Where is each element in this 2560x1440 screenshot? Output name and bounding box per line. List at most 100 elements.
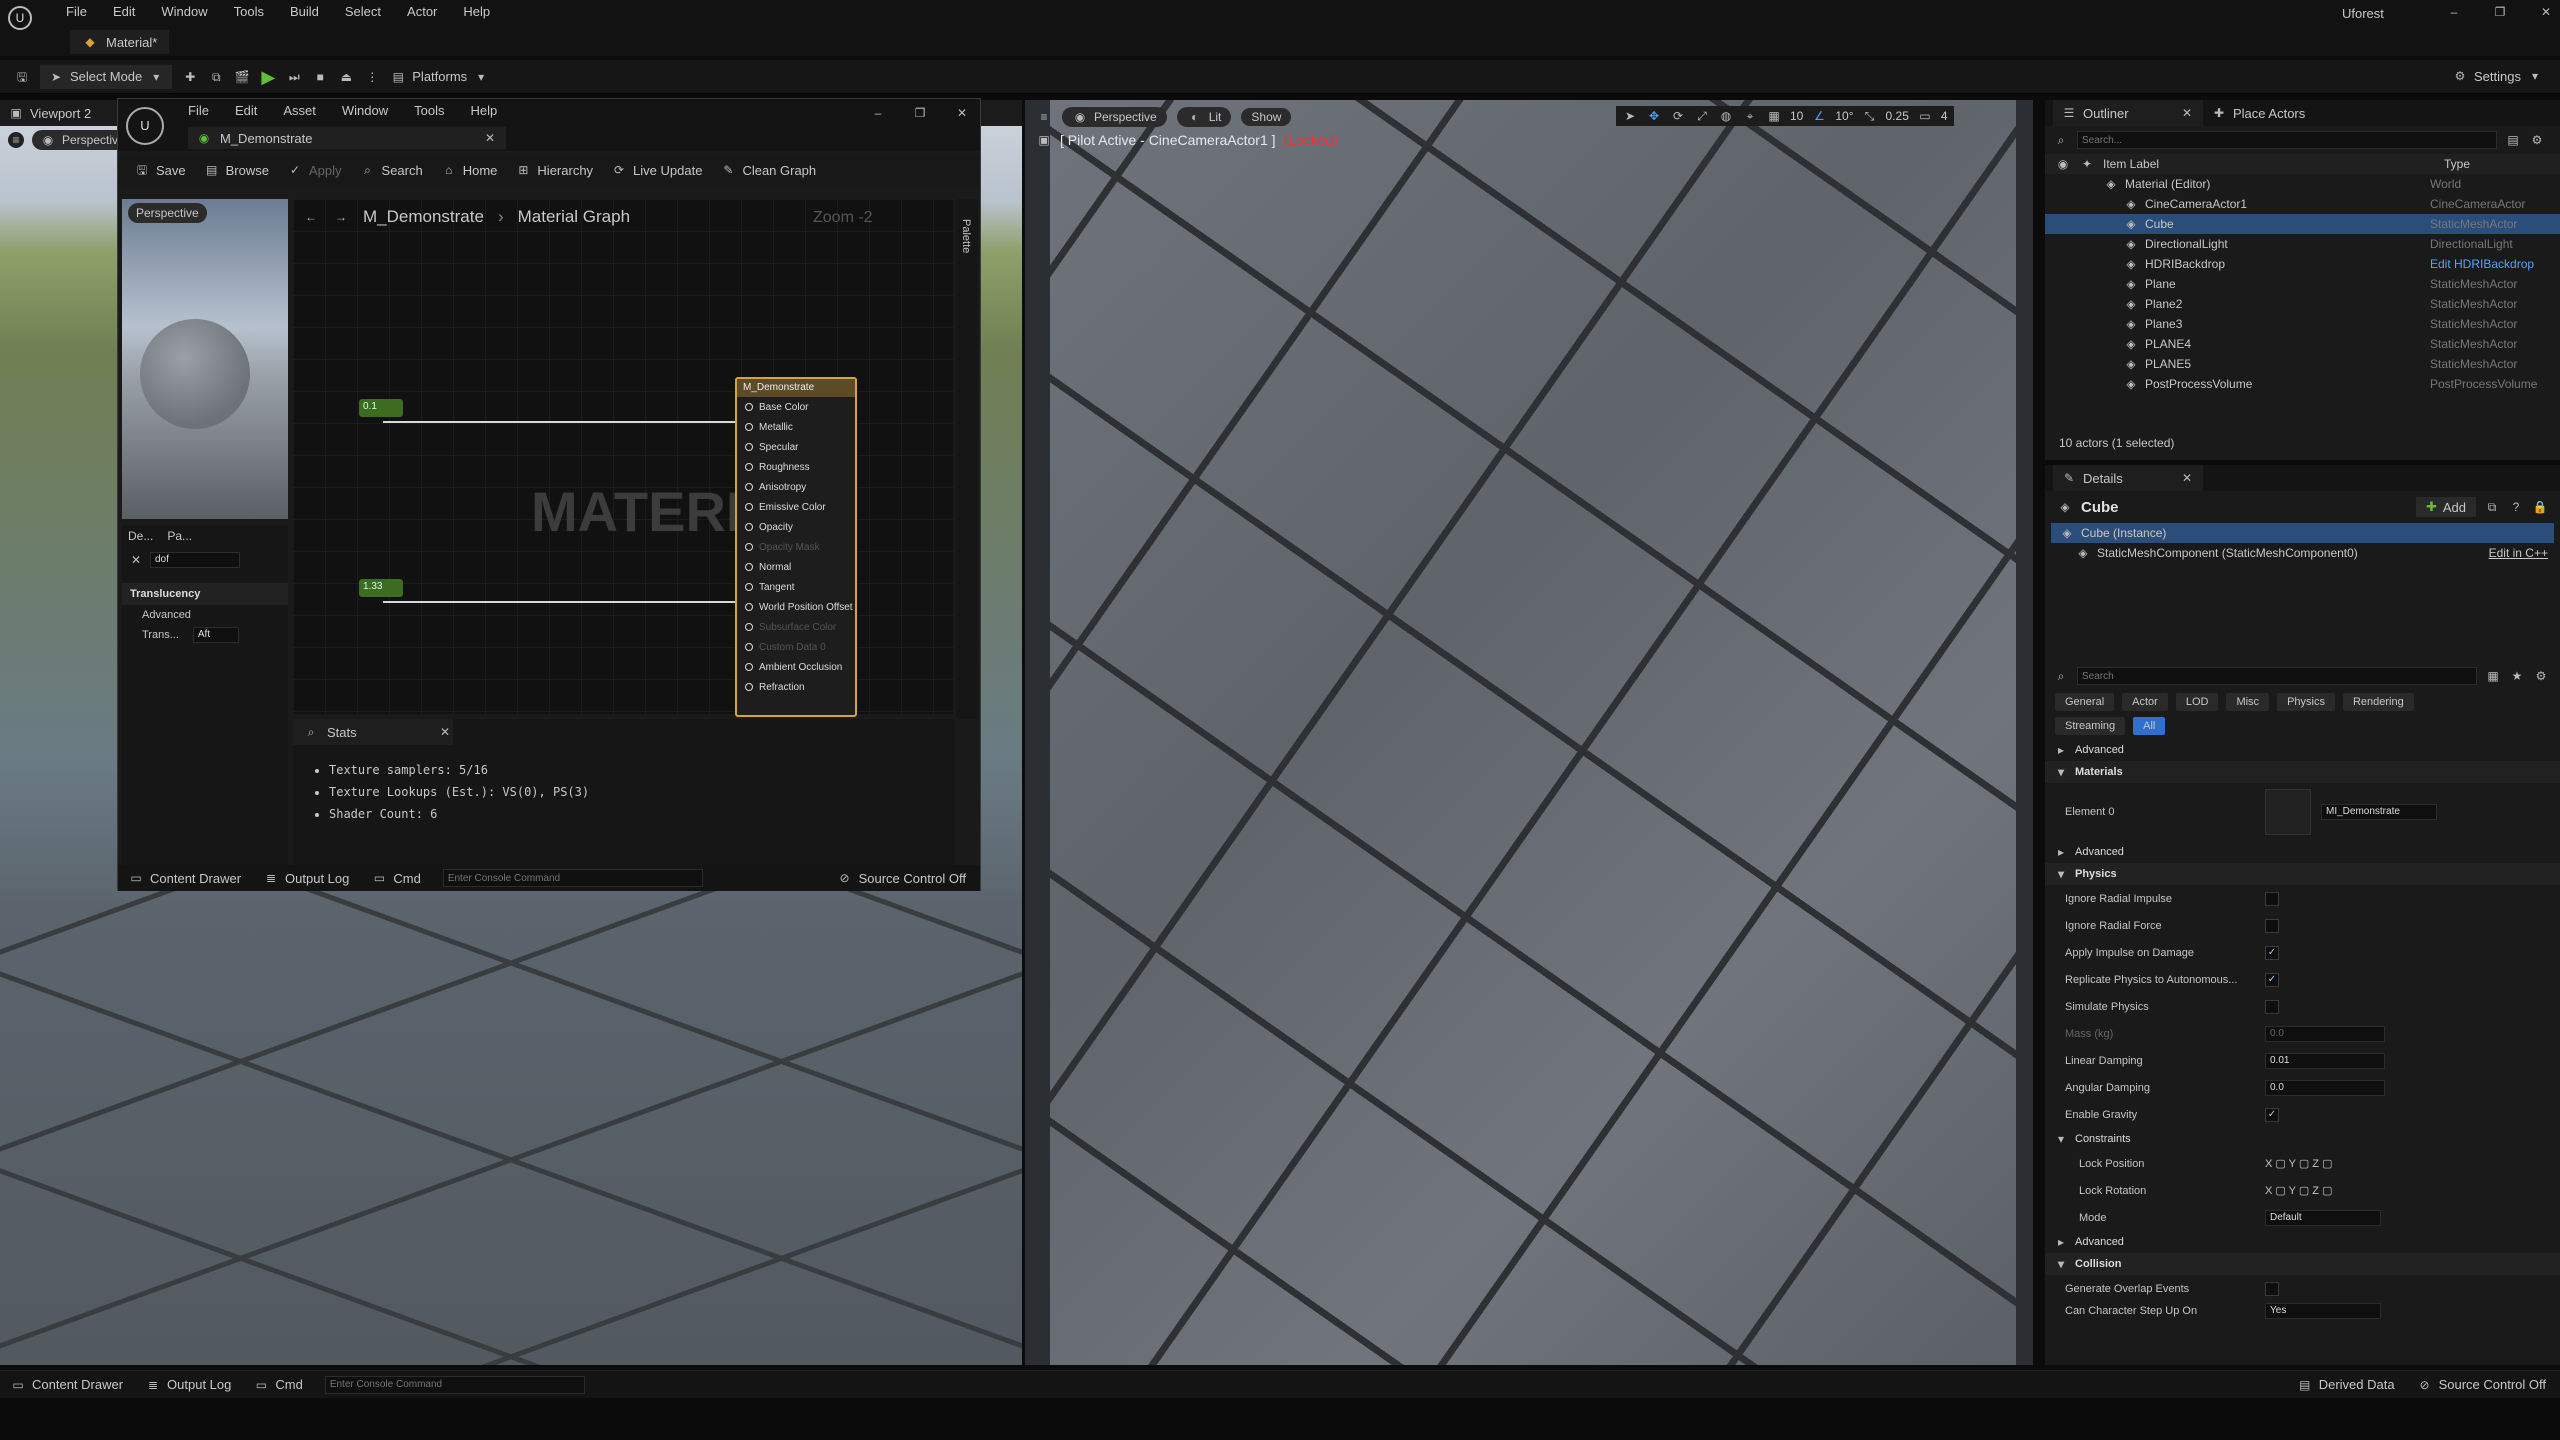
overlap-checkbox[interactable] xyxy=(2265,1281,2279,1296)
details-tab[interactable]: De... xyxy=(128,529,153,543)
filter-chip[interactable]: Rendering xyxy=(2342,693,2414,711)
node-pin[interactable]: Specular xyxy=(737,437,855,457)
translate-tool-icon[interactable]: ✥ xyxy=(1646,108,1662,124)
node-pin[interactable]: Ambient Occlusion xyxy=(737,657,855,677)
material-output-node[interactable]: M_Demonstrate Base Color Metallic Specular… xyxy=(735,377,857,717)
center-perspective-button[interactable]: ◉ Perspective xyxy=(1062,107,1167,127)
outliner-row[interactable]: ◈ Plane3 StaticMeshActor xyxy=(2045,314,2560,334)
static-mesh-component-row[interactable]: ◈ StaticMeshComponent (StaticMeshCompone… xyxy=(2045,543,2560,563)
apply-button[interactable]: ✓ Apply xyxy=(287,162,342,178)
outliner-row[interactable]: ◈ CineCameraActor1 CineCameraActor xyxy=(2045,194,2560,214)
mass-input[interactable]: 0.0 xyxy=(2265,1025,2385,1042)
lit-button[interactable]: ◐ Lit xyxy=(1176,107,1232,127)
clear-icon[interactable]: ✕ xyxy=(128,552,144,568)
home-button[interactable]: ⌂ Home xyxy=(441,162,497,178)
outliner-row[interactable]: ◈ Material (Editor) World xyxy=(2045,174,2560,194)
platforms-button[interactable]: ▤ Platforms ▾ xyxy=(390,69,489,85)
close-icon[interactable]: ✕ xyxy=(2179,470,2195,486)
outliner-row[interactable]: ◈ Cube StaticMeshActor xyxy=(2045,214,2560,234)
favorite-icon[interactable]: ★ xyxy=(2509,668,2525,684)
camera-speed-icon[interactable]: ▭ xyxy=(1917,108,1933,124)
filter-chip[interactable]: Physics xyxy=(2277,693,2335,711)
advanced-category-2[interactable]: ▸ Advanced xyxy=(2045,841,2560,863)
mat-menu-edit[interactable]: Edit xyxy=(235,103,257,118)
node-pin[interactable]: Opacity Mask xyxy=(737,537,855,557)
mat-menu-window[interactable]: Window xyxy=(342,103,388,118)
cube-instance-row[interactable]: ◈ Cube (Instance) xyxy=(2051,523,2554,543)
palette-strip[interactable]: Palette xyxy=(956,199,978,719)
node-pin[interactable]: World Position Offset xyxy=(737,597,855,617)
menu-edit[interactable]: Edit xyxy=(113,4,135,19)
camera-speed-value[interactable]: 4 xyxy=(1941,109,1948,123)
select-mode-button[interactable]: ➤ Select Mode ▾ xyxy=(40,64,173,89)
filter-chip[interactable]: Misc xyxy=(2226,693,2270,711)
live-update-button[interactable]: ⟳ Live Update xyxy=(611,162,702,178)
filter-chip[interactable]: LOD xyxy=(2175,693,2219,711)
collision-category[interactable]: ▾ Collision xyxy=(2045,1253,2560,1275)
details-search-input[interactable] xyxy=(2077,667,2477,685)
add-component-button[interactable]: ✚ Add xyxy=(2415,497,2476,517)
details-tab[interactable]: ✎ Details ✕ xyxy=(2053,465,2203,491)
physics-category[interactable]: ▾ Physics xyxy=(2045,863,2560,885)
settings-button[interactable]: ⚙ Settings ▾ xyxy=(2452,68,2543,84)
preview-perspective-button[interactable]: Perspective xyxy=(128,203,207,223)
node-pin[interactable]: Base Color xyxy=(737,397,855,417)
save-button[interactable]: 🖫 Save xyxy=(134,162,186,178)
outliner-row[interactable]: ◈ Plane2 StaticMeshActor xyxy=(2045,294,2560,314)
enable-gravity-checkbox[interactable]: ✓ xyxy=(2265,1107,2279,1122)
grid-value[interactable]: 10 xyxy=(1790,109,1803,123)
hamburger-icon[interactable]: ≡ xyxy=(8,132,24,148)
console-input[interactable] xyxy=(442,869,703,887)
content-drawer-button[interactable]: ▭ Content Drawer xyxy=(128,870,241,886)
advanced-category-3[interactable]: ▸ Advanced xyxy=(2045,1231,2560,1253)
node-pin[interactable]: Roughness xyxy=(737,457,855,477)
m-demonstrate-tab[interactable]: ◉ M_Demonstrate ✕ xyxy=(188,127,506,149)
select-tool-icon[interactable]: ➤ xyxy=(1622,108,1638,124)
advanced-row[interactable]: Advanced xyxy=(122,605,288,625)
lock-icon[interactable]: 🔒 xyxy=(2532,499,2548,515)
linear-damping-input[interactable]: 0.01 xyxy=(2265,1052,2385,1069)
gear-icon[interactable]: ⚙ xyxy=(2529,132,2545,148)
outliner-tab[interactable]: ☰ Outliner ✕ xyxy=(2053,100,2203,126)
clean-graph-button[interactable]: ✎ Clean Graph xyxy=(720,162,816,178)
close-icon[interactable]: ✕ xyxy=(482,130,498,146)
blueprint-icon[interactable]: ⧉ xyxy=(208,69,224,85)
stop-icon[interactable]: ■ xyxy=(312,69,328,85)
outliner-row[interactable]: ◈ HDRIBackdrop Edit HDRIBackdrop xyxy=(2045,254,2560,274)
xyz-toggles[interactable]: X ▢ Y ▢ Z ▢ xyxy=(2265,1157,2332,1170)
mat-menu-asset[interactable]: Asset xyxy=(283,103,316,118)
col-item-label[interactable]: Item Label xyxy=(2103,157,2159,171)
outliner-search-input[interactable] xyxy=(2077,131,2497,149)
gear-icon[interactable]: ⚙ xyxy=(2533,668,2549,684)
derived-data-button[interactable]: ▤ Derived Data xyxy=(2297,1377,2395,1393)
surface-snap-icon[interactable]: ⌖ xyxy=(1742,108,1758,124)
help-icon[interactable]: ? xyxy=(2508,499,2524,515)
prop-checkbox[interactable]: ✓ xyxy=(2265,945,2279,960)
blueprint-icon[interactable]: ⧉ xyxy=(2484,499,2500,515)
node-pin[interactable]: Emissive Color xyxy=(737,497,855,517)
node-pin[interactable]: Custom Data 0 xyxy=(737,637,855,657)
node-pin[interactable]: Subsurface Color xyxy=(737,617,855,637)
mat-menu-tools[interactable]: Tools xyxy=(414,103,444,118)
node-pin[interactable]: Opacity xyxy=(737,517,855,537)
grid-snap-icon[interactable]: ▦ xyxy=(1766,108,1782,124)
prop-checkbox[interactable] xyxy=(2265,891,2279,906)
filter-chip[interactable]: General xyxy=(2055,693,2115,711)
node-pin[interactable]: Metallic xyxy=(737,417,855,437)
play-icon[interactable]: ▶ xyxy=(260,68,276,86)
rotate-tool-icon[interactable]: ⟳ xyxy=(1670,108,1686,124)
source-control-button[interactable]: ⊘ Source Control Off xyxy=(2417,1377,2546,1393)
material-dropdown[interactable]: MI_Demonstrate xyxy=(2321,804,2437,820)
materials-category[interactable]: ▾ Materials xyxy=(2045,761,2560,783)
outliner-row[interactable]: ◈ PLANE4 StaticMeshActor xyxy=(2045,334,2560,354)
forward-arrow-icon[interactable]: → xyxy=(333,209,349,225)
material-thumbnail[interactable] xyxy=(2265,789,2311,835)
browse-button[interactable]: ▤ Browse xyxy=(204,162,269,178)
xyz-toggles[interactable]: X ▢ Y ▢ Z ▢ xyxy=(2265,1184,2332,1197)
menu-help[interactable]: Help xyxy=(463,4,490,19)
menu-select[interactable]: Select xyxy=(345,4,381,19)
edit-cpp-link[interactable]: Edit in C++ xyxy=(2489,546,2548,560)
outliner-row[interactable]: ◈ PostProcessVolume PostProcessVolume xyxy=(2045,374,2560,394)
maximize-icon[interactable]: ❐ xyxy=(2492,4,2508,20)
save-icon[interactable]: 🖫 xyxy=(14,69,30,85)
